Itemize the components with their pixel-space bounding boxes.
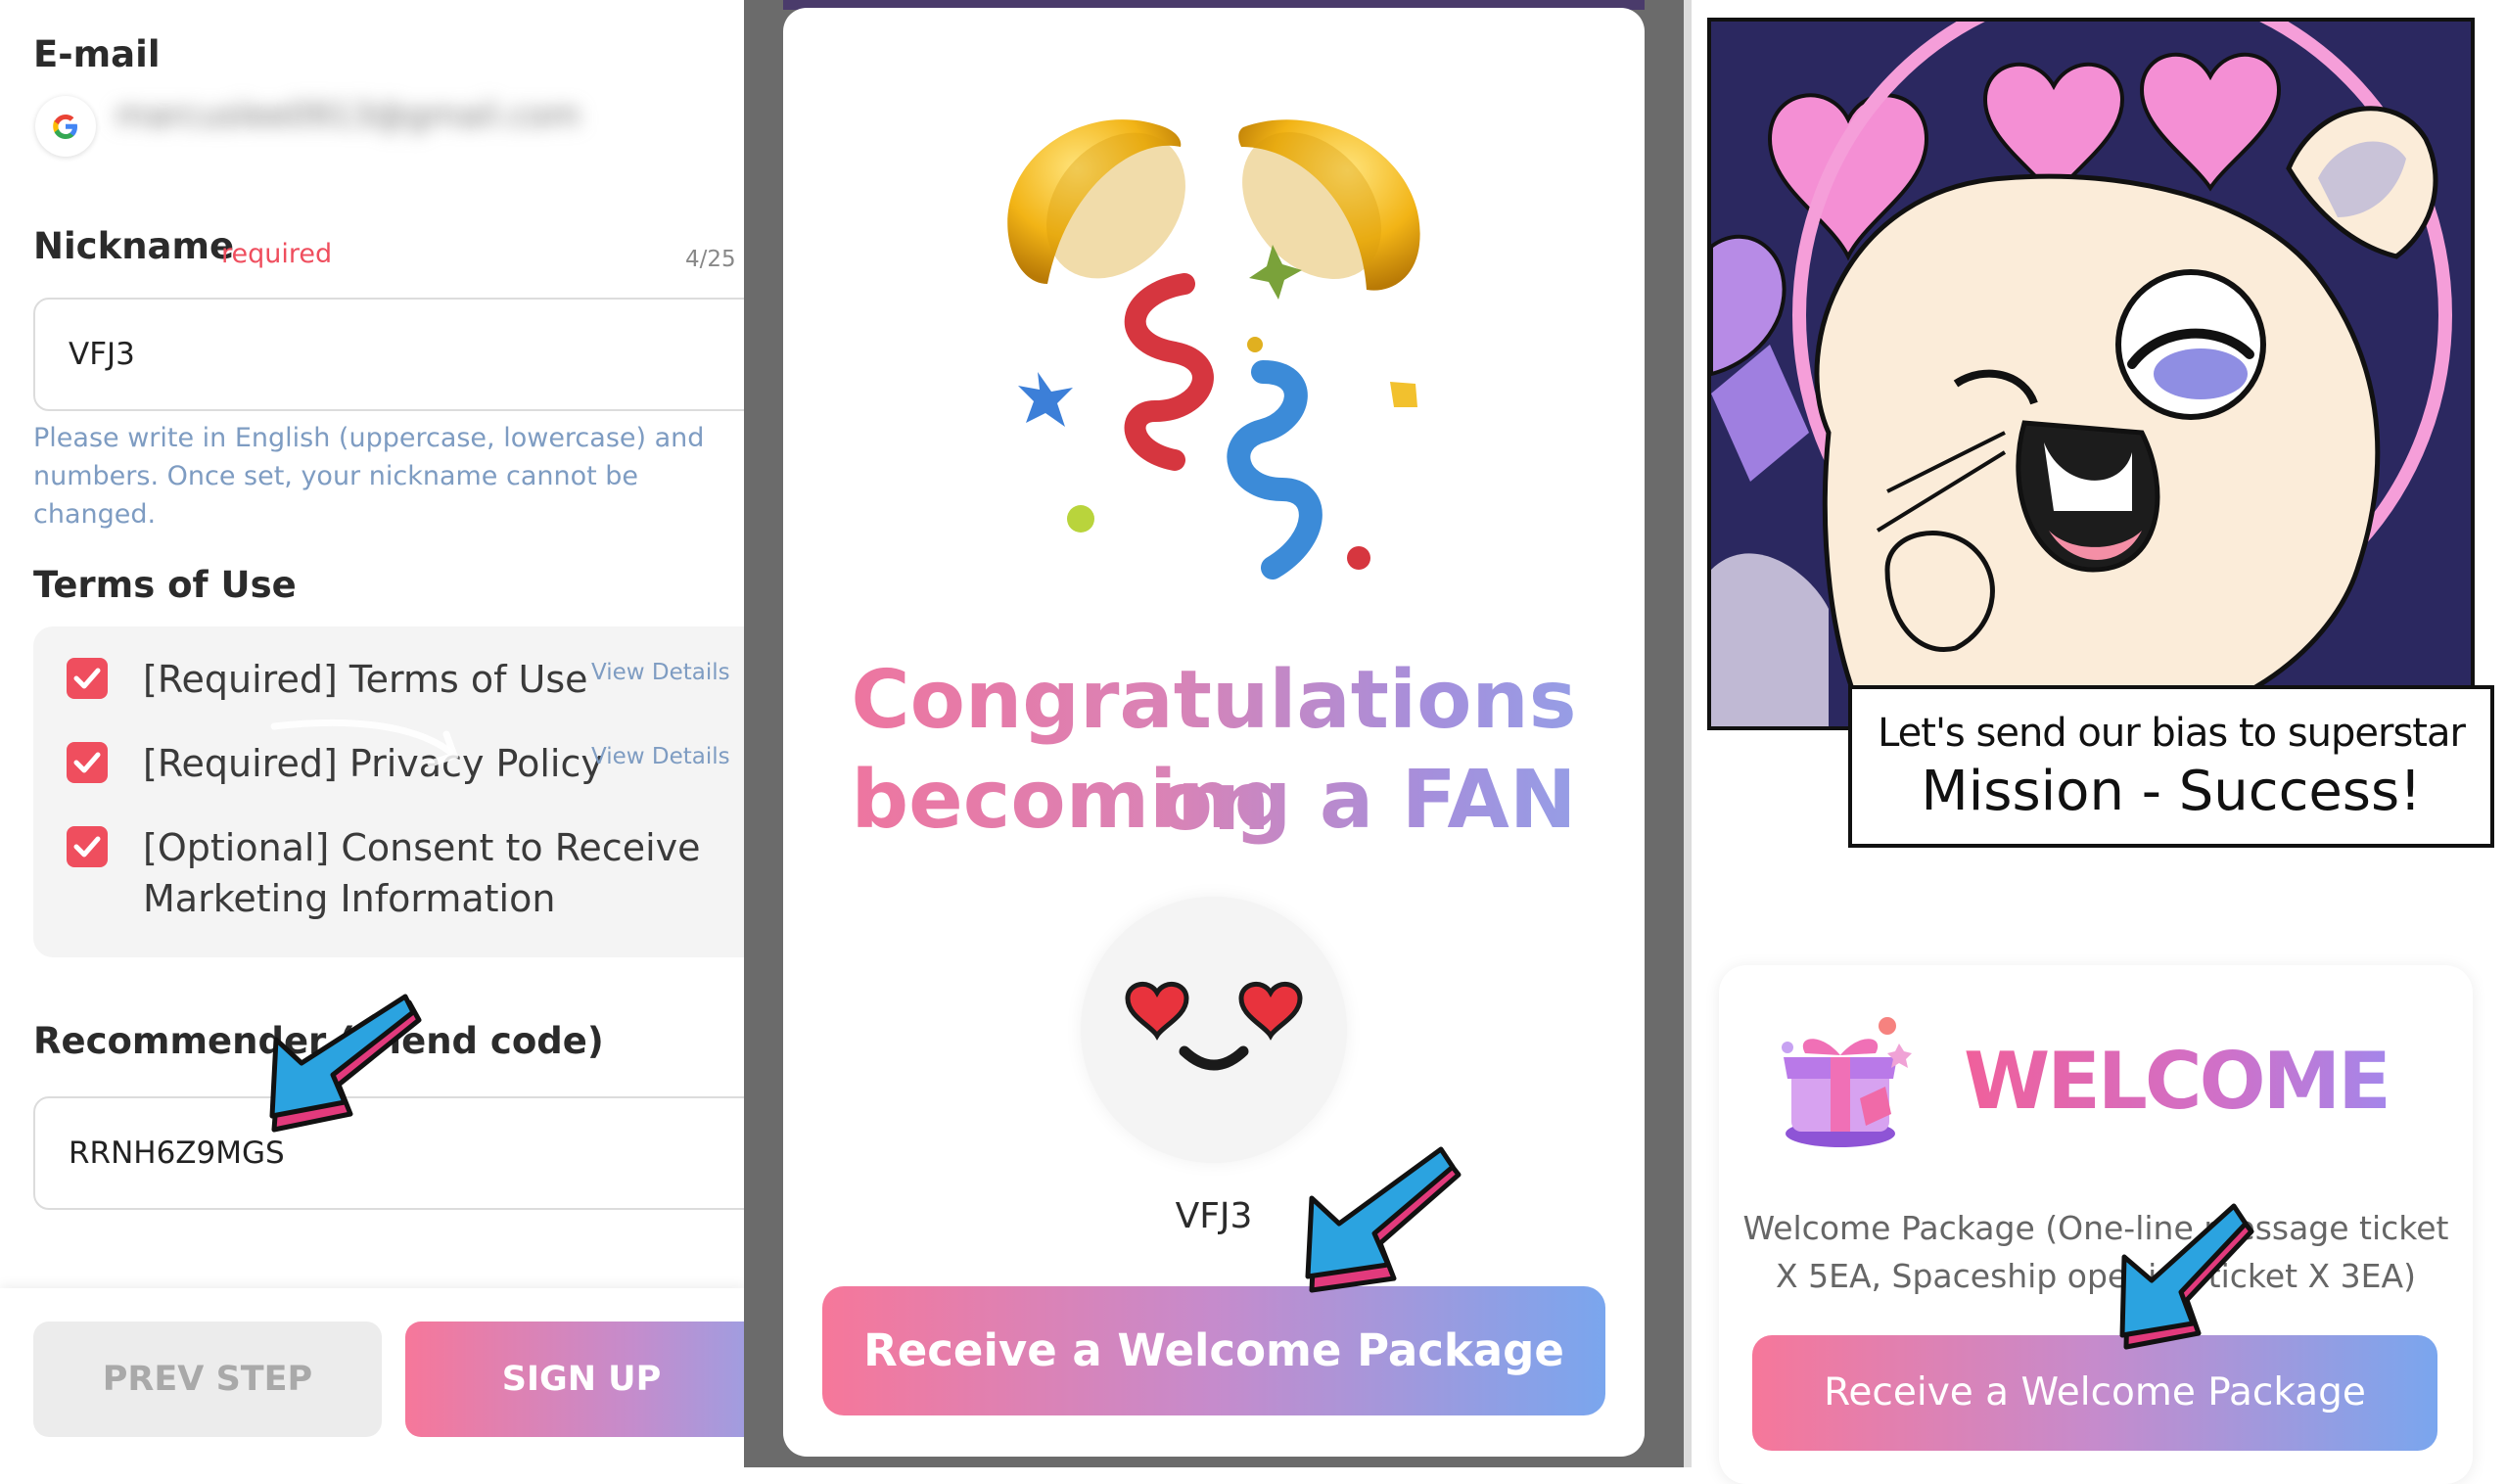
caption-line1: Let's send our bias to superstar [1878,711,2466,756]
nickname-label: Nickname [33,225,235,267]
modal-nickname: VFJ3 [1175,1196,1253,1236]
email-label: E-mail [33,33,161,75]
google-icon [35,96,96,157]
swoosh-decoration [270,719,459,767]
congratulations-title-line2: becoming a FAN [783,750,1645,852]
nickname-char-count: 4/25 [685,247,736,272]
comic-caption: Let's send our bias to superstar Mission… [1848,685,2494,848]
sign-up-button[interactable]: SIGN UP [405,1322,744,1437]
caption-line2: Mission - Success! [1921,760,2422,823]
terms-label: [Required] Terms of Use [143,658,588,701]
welcome-package-description: Welcome Package (One-line message ticket… [1742,1209,2449,1295]
receive-welcome-package-button-2[interactable]: Receive a Welcome Package [1752,1335,2437,1451]
comic-illustration [1707,18,2475,730]
nickname-input[interactable]: VFJ3 [33,298,744,411]
welcome-title: WELCOME [1964,1036,2391,1127]
signup-form-panel: E-mail marcuslee0913@gmail.com Nickname … [0,0,744,1467]
pointer-arrow-icon [269,994,422,1133]
avatar [1081,897,1347,1163]
terms-title: Terms of Use [33,564,297,606]
nickname-help-text: Please write in English (uppercase, lowe… [33,423,705,530]
prev-step-button[interactable]: PREV STEP [33,1322,382,1437]
receive-welcome-package-button[interactable]: Receive a Welcome Package [822,1286,1605,1415]
email-value: marcuslee0913@gmail.com [116,96,580,135]
nickname-required-badge: required [221,239,333,269]
marketing-checkbox[interactable] [67,826,108,867]
pointer-arrow-icon [1305,1146,1462,1293]
terms-view-details-link[interactable]: View Details [591,660,730,685]
gift-box-icon [1782,1017,1912,1147]
panel-divider [1684,0,1692,1467]
privacy-checkbox[interactable] [67,742,108,783]
heart-eyes-face-icon [1125,982,1303,1071]
marketing-label: [Optional] Consent to Receive Marketing … [143,826,701,920]
terms-checkbox[interactable] [67,658,108,699]
privacy-view-details-link[interactable]: View Details [591,744,730,769]
pointer-arrow-icon [2119,1203,2254,1350]
confetti-icon [1007,119,1420,580]
